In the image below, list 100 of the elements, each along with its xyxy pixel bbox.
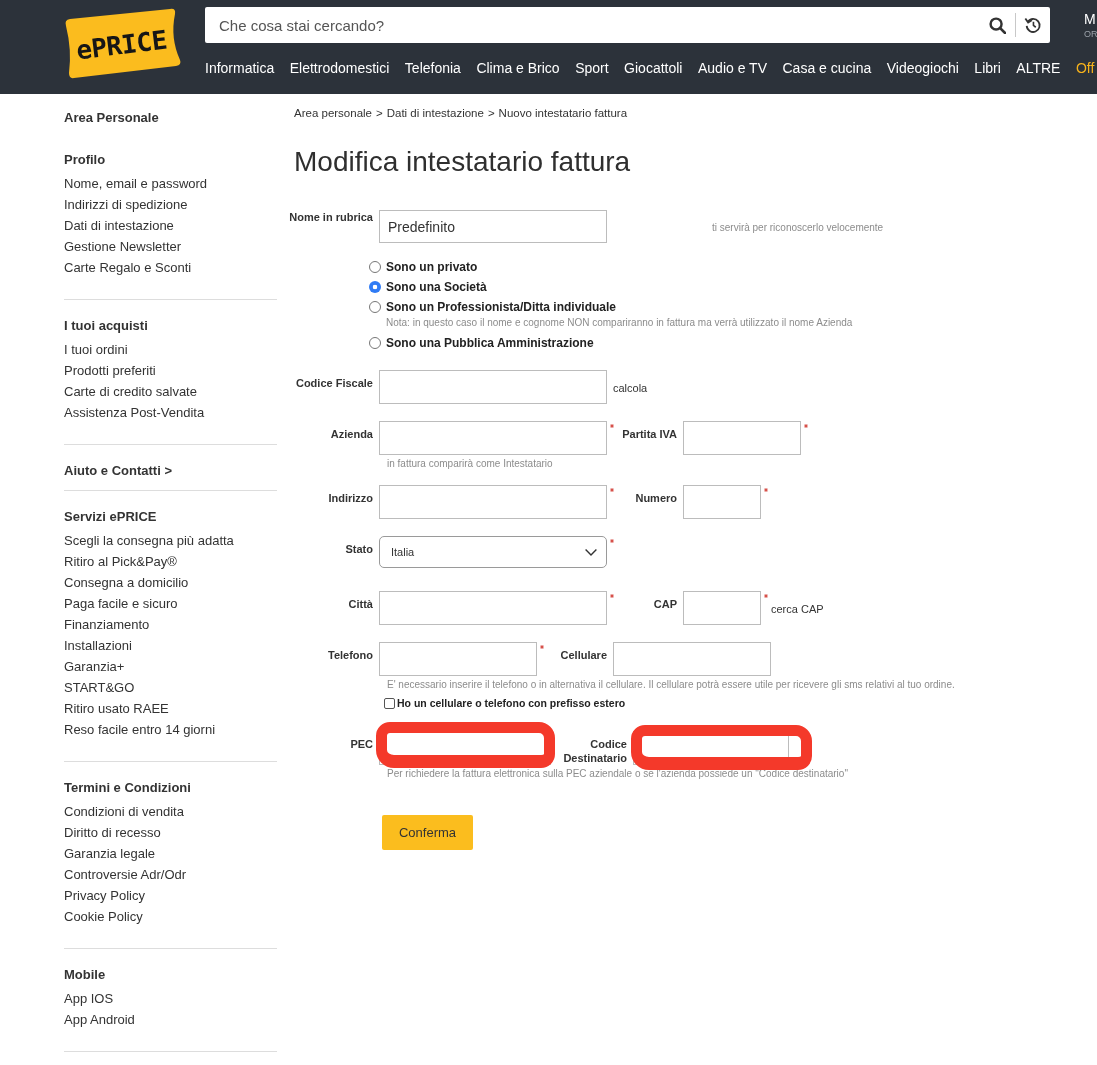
- postal-code-field[interactable]: [683, 591, 761, 625]
- sidebar-link[interactable]: Diritto di recesso: [64, 825, 161, 840]
- category-link[interactable]: Informatica: [205, 59, 275, 77]
- radio-button[interactable]: [369, 301, 381, 313]
- sidebar-link[interactable]: START&GO: [64, 680, 135, 695]
- category-link[interactable]: Libri: [974, 59, 1001, 77]
- sidebar-link[interactable]: Carte Regalo e Sconti: [64, 260, 192, 275]
- sidebar-link[interactable]: Nome, email e password: [64, 176, 208, 191]
- account-caption: OR: [1084, 30, 1097, 39]
- field-label: PEC: [350, 737, 373, 751]
- category-link[interactable]: Videogiochi: [886, 59, 959, 77]
- field-label: Telefono: [328, 648, 373, 662]
- sidebar-link[interactable]: Paga facile e sicuro: [64, 596, 178, 611]
- field-label: CAP: [653, 598, 677, 610]
- checkbox[interactable]: [384, 697, 395, 709]
- breadcrumb-current: Nuovo intestatario fattura: [498, 106, 628, 121]
- field-label: Indirizzo: [328, 491, 373, 505]
- sidebar-heading: I tuoi acquisti: [64, 317, 148, 335]
- sidebar-link[interactable]: Ritiro usato RAEE: [64, 701, 169, 716]
- category-link[interactable]: Telefonia: [404, 59, 461, 77]
- sidebar-link[interactable]: Indirizzi di spedizione: [64, 197, 188, 212]
- category-link[interactable]: Casa e cucina: [782, 59, 872, 77]
- category-link[interactable]: Sport: [575, 59, 609, 77]
- field-label: Codice Fiscale: [295, 376, 373, 390]
- radio-note: Nota: in questo caso il nome e cognome NON compariranno in fattura ma verrà utilizzato il nome Azienda: [386, 317, 853, 329]
- city-field[interactable]: [379, 591, 607, 625]
- sidebar-link[interactable]: Dati di intestazione: [64, 218, 174, 233]
- chevron-down-icon: [585, 548, 597, 556]
- sidebar-link[interactable]: Garanzia+: [64, 659, 125, 674]
- address-field[interactable]: [379, 485, 607, 519]
- breadcrumb-separator: >: [376, 106, 383, 121]
- category-link[interactable]: Clima e Brico: [476, 59, 560, 77]
- category-link[interactable]: ALTRE: [1016, 59, 1061, 77]
- radio-label[interactable]: Sono una Società: [386, 280, 487, 294]
- field-hint: in fattura comparirà come Intestatario: [387, 458, 553, 470]
- postal-code-search-link[interactable]: cerca CAP: [771, 591, 824, 616]
- street-number-field[interactable]: [683, 485, 761, 519]
- breadcrumb-link[interactable]: Area personale: [294, 105, 372, 121]
- country-select[interactable]: Italia: [379, 536, 607, 568]
- category-link[interactable]: Audio e TV: [697, 59, 767, 77]
- radio-button[interactable]: [369, 261, 381, 273]
- sidebar-link[interactable]: Condizioni di vendita: [64, 804, 184, 819]
- sidebar-link[interactable]: Carte di credito salvate: [64, 384, 197, 399]
- category-link[interactable]: Elettrodomestici: [289, 59, 390, 77]
- address-book-name-field[interactable]: Predefinito: [379, 210, 607, 243]
- company-field[interactable]: [379, 421, 607, 455]
- sidebar-link[interactable]: App Android: [64, 1012, 135, 1027]
- sidebar-title: Area Personale: [64, 109, 159, 127]
- vat-number-field[interactable]: [683, 421, 801, 455]
- radio-label[interactable]: Sono un Professionista/Ditta individuale: [386, 300, 617, 314]
- field-hint: ti servirà per riconoscerlo velocemente: [712, 222, 884, 234]
- sidebar-link[interactable]: Installazioni: [64, 638, 132, 653]
- sidebar-link[interactable]: Assistenza Post-Vendita: [64, 405, 205, 420]
- field-label: Cellulare: [560, 649, 607, 661]
- checkbox-label[interactable]: Ho un cellulare o telefono con prefisso estero: [397, 696, 626, 710]
- sidebar-link[interactable]: I tuoi ordini: [64, 342, 128, 357]
- sidebar-heading: Profilo: [64, 151, 106, 169]
- radio-button[interactable]: [369, 281, 381, 293]
- history-button[interactable]: [1015, 7, 1050, 43]
- field-label: Stato: [345, 542, 373, 556]
- field-label: Partita IVA: [622, 428, 677, 440]
- radio-label[interactable]: Sono un privato: [386, 260, 478, 274]
- radio-button[interactable]: [369, 337, 381, 349]
- sidebar-link[interactable]: Scegli la consegna più adatta: [64, 533, 234, 548]
- field-label: Azienda: [330, 427, 373, 441]
- sidebar-link[interactable]: App IOS: [64, 991, 114, 1006]
- category-link[interactable]: Off: [1075, 59, 1095, 77]
- sidebar-link[interactable]: Prodotti preferiti: [64, 363, 156, 378]
- field-hint: E' necessario inserire il telefono o in alternativa il cellulare. Il cellulare potrà essere utile per ricevere gli sms relativi al tuo ordine.: [387, 679, 955, 691]
- radio-label[interactable]: Sono una Pubblica Amministrazione: [386, 336, 594, 350]
- breadcrumb-separator: >: [487, 106, 495, 121]
- sidebar-link[interactable]: Finanziamento: [64, 617, 150, 632]
- tax-code-field[interactable]: [379, 370, 607, 404]
- sidebar-link[interactable]: Reso facile entro 14 giorni: [64, 722, 216, 737]
- field-label: Città: [348, 597, 373, 611]
- sidebar-link[interactable]: Consegna a domicilio: [64, 575, 189, 590]
- sidebar-heading: Termini e Condizioni: [64, 779, 191, 797]
- sidebar-link[interactable]: Controversie Adr/Odr: [64, 867, 187, 882]
- field-label: Nome in rubrica: [289, 210, 373, 224]
- category-link[interactable]: Giocattoli: [624, 59, 683, 77]
- field-label: Codice Destinatario: [563, 738, 627, 764]
- mobile-field[interactable]: [613, 642, 771, 676]
- page-title: Modifica intestatario fattura: [294, 146, 631, 178]
- breadcrumb-link[interactable]: Dati di intestazione: [386, 105, 484, 121]
- sidebar-heading: Servizi ePRICE: [64, 508, 157, 526]
- search-field[interactable]: Che cosa stai cercando?: [205, 7, 980, 43]
- sidebar-link[interactable]: Privacy Policy: [64, 888, 145, 903]
- sidebar-link[interactable]: Gestione Newsletter: [64, 239, 182, 254]
- calculate-link[interactable]: calcola: [613, 370, 648, 395]
- sidebar-link[interactable]: Cookie Policy: [64, 909, 143, 924]
- field-label: Numero: [635, 492, 677, 504]
- sidebar-link[interactable]: Garanzia legale: [64, 846, 156, 861]
- phone-field[interactable]: [379, 642, 537, 676]
- search-icon: [989, 16, 1006, 34]
- sidebar-link[interactable]: Ritiro al Pick&Pay®: [64, 554, 177, 569]
- confirm-button[interactable]: Conferma: [382, 815, 473, 850]
- sidebar-heading-link[interactable]: Aiuto e Contatti >: [64, 460, 172, 481]
- search-button[interactable]: [980, 7, 1015, 43]
- account-link[interactable]: M: [1084, 12, 1096, 26]
- history-icon: [1023, 16, 1042, 34]
